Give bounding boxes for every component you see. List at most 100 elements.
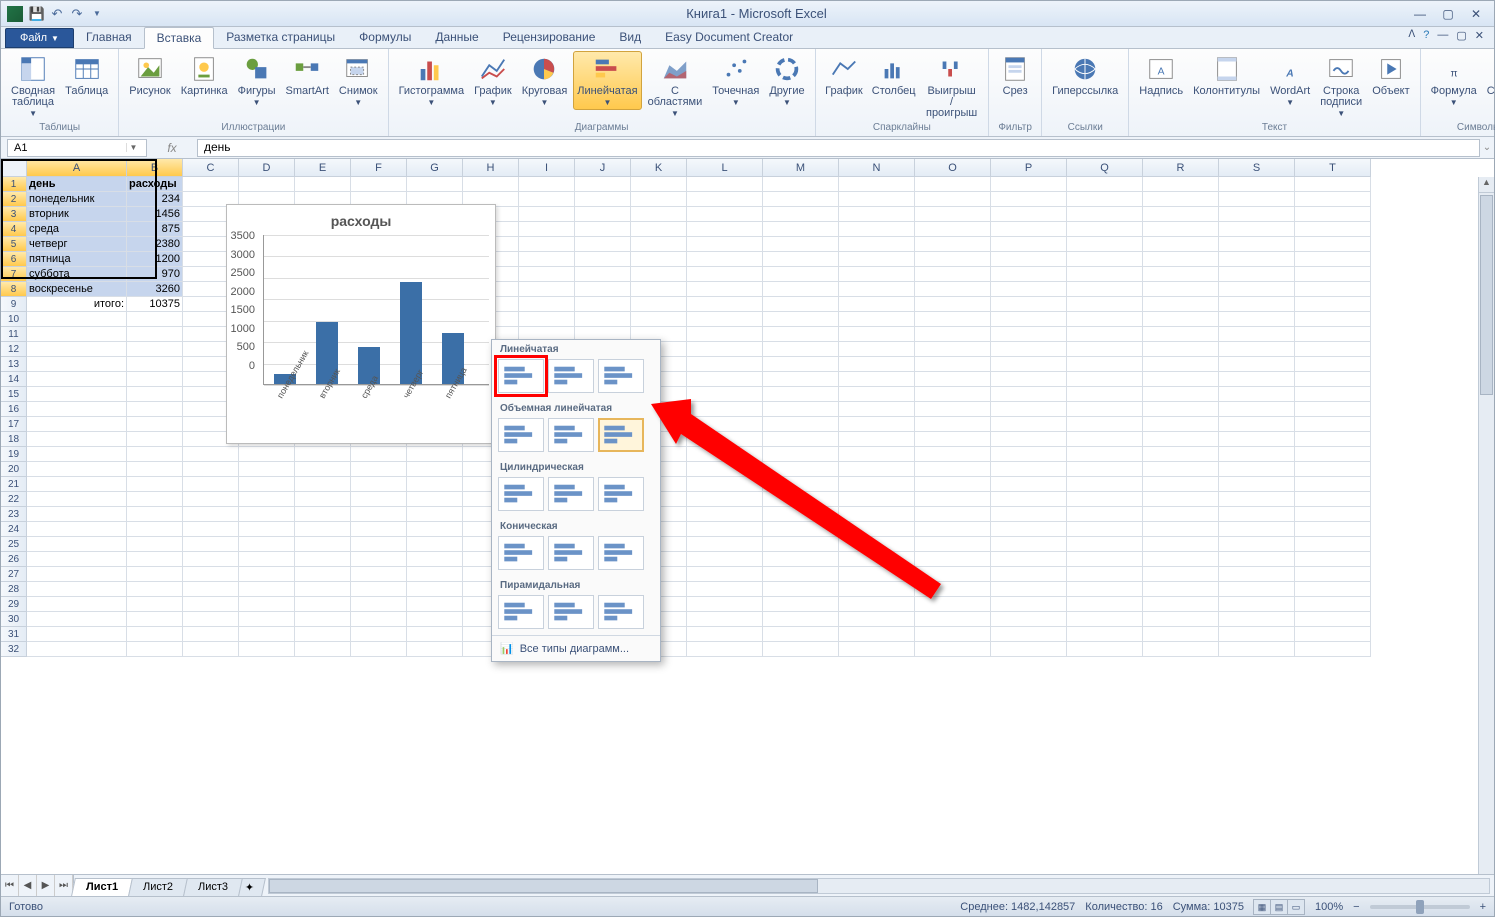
- cell[interactable]: [183, 477, 239, 492]
- zoom-out-button[interactable]: −: [1353, 901, 1359, 913]
- embedded-chart[interactable]: расходы 3500300025002000150010005000 пон…: [226, 204, 496, 444]
- cell[interactable]: [27, 627, 127, 642]
- cell[interactable]: [27, 312, 127, 327]
- row-header[interactable]: 8: [1, 282, 27, 297]
- doc-close-icon[interactable]: ✕: [1475, 29, 1484, 42]
- cell[interactable]: [991, 252, 1067, 267]
- cell[interactable]: [631, 177, 687, 192]
- row-header[interactable]: 14: [1, 372, 27, 387]
- cell[interactable]: [915, 297, 991, 312]
- cell[interactable]: [1067, 357, 1143, 372]
- cell[interactable]: [1219, 492, 1295, 507]
- cell[interactable]: [915, 552, 991, 567]
- row-header[interactable]: 27: [1, 567, 27, 582]
- cell[interactable]: [239, 477, 295, 492]
- cell[interactable]: [239, 597, 295, 612]
- row-header[interactable]: 21: [1, 477, 27, 492]
- cell[interactable]: [839, 267, 915, 282]
- cell[interactable]: [295, 597, 351, 612]
- cell[interactable]: [631, 282, 687, 297]
- row-header[interactable]: 31: [1, 627, 27, 642]
- cell[interactable]: [1143, 222, 1219, 237]
- cell[interactable]: [1295, 447, 1371, 462]
- cell[interactable]: [991, 267, 1067, 282]
- cell[interactable]: [1143, 207, 1219, 222]
- row-header[interactable]: 18: [1, 432, 27, 447]
- cell[interactable]: среда: [27, 222, 127, 237]
- ribbon-hf-button[interactable]: Колонтитулы: [1189, 51, 1264, 99]
- cell[interactable]: [239, 567, 295, 582]
- cell[interactable]: [763, 312, 839, 327]
- cell[interactable]: [1219, 567, 1295, 582]
- cell[interactable]: [239, 177, 295, 192]
- cell[interactable]: [839, 222, 915, 237]
- cell[interactable]: [763, 627, 839, 642]
- cell[interactable]: [1067, 447, 1143, 462]
- cell[interactable]: [1295, 297, 1371, 312]
- row-header[interactable]: 10: [1, 312, 27, 327]
- cell[interactable]: [839, 237, 915, 252]
- cell[interactable]: [839, 342, 915, 357]
- cell[interactable]: [687, 612, 763, 627]
- cell[interactable]: [183, 537, 239, 552]
- cell[interactable]: [991, 462, 1067, 477]
- cell[interactable]: [27, 597, 127, 612]
- cell[interactable]: [1067, 342, 1143, 357]
- cell[interactable]: [407, 552, 463, 567]
- chart-subtype-option[interactable]: [548, 536, 594, 570]
- vertical-scrollbar[interactable]: ▲: [1478, 177, 1494, 874]
- cell[interactable]: [1219, 537, 1295, 552]
- chart-subtype-option[interactable]: [598, 477, 644, 511]
- cell[interactable]: [1295, 372, 1371, 387]
- cell[interactable]: [27, 402, 127, 417]
- minimize-button[interactable]: —: [1408, 5, 1432, 23]
- cell[interactable]: [1143, 297, 1219, 312]
- zoom-slider[interactable]: [1370, 905, 1470, 909]
- cell[interactable]: [991, 447, 1067, 462]
- cell[interactable]: [127, 567, 183, 582]
- cell[interactable]: 2380: [127, 237, 183, 252]
- cell[interactable]: [915, 462, 991, 477]
- ribbon-area-button[interactable]: Собластями▼: [644, 51, 707, 121]
- cell[interactable]: [1295, 507, 1371, 522]
- cell[interactable]: [991, 642, 1067, 657]
- cell[interactable]: [295, 612, 351, 627]
- cell[interactable]: [1143, 492, 1219, 507]
- cell[interactable]: [407, 567, 463, 582]
- cell[interactable]: [763, 642, 839, 657]
- cell[interactable]: [839, 177, 915, 192]
- cell[interactable]: [127, 447, 183, 462]
- cell[interactable]: [27, 462, 127, 477]
- cell[interactable]: [295, 447, 351, 462]
- chart-subtype-option[interactable]: [498, 536, 544, 570]
- cell[interactable]: [351, 177, 407, 192]
- cell[interactable]: [1143, 612, 1219, 627]
- row-header[interactable]: 3: [1, 207, 27, 222]
- cell[interactable]: [1143, 312, 1219, 327]
- cell[interactable]: [183, 597, 239, 612]
- cell[interactable]: [687, 627, 763, 642]
- cell[interactable]: [631, 222, 687, 237]
- cell[interactable]: [1067, 267, 1143, 282]
- cell[interactable]: [519, 297, 575, 312]
- cell[interactable]: [1219, 387, 1295, 402]
- cell[interactable]: [763, 297, 839, 312]
- cell[interactable]: [295, 522, 351, 537]
- row-header[interactable]: 4: [1, 222, 27, 237]
- cell[interactable]: [687, 582, 763, 597]
- cell[interactable]: [687, 282, 763, 297]
- cell[interactable]: [27, 357, 127, 372]
- cell[interactable]: [687, 507, 763, 522]
- cell[interactable]: [1295, 582, 1371, 597]
- redo-icon[interactable]: ↷: [69, 6, 85, 22]
- cell[interactable]: [1143, 267, 1219, 282]
- cell[interactable]: [127, 537, 183, 552]
- cell[interactable]: [407, 462, 463, 477]
- cell[interactable]: [1219, 267, 1295, 282]
- cell[interactable]: [687, 177, 763, 192]
- column-header[interactable]: M: [763, 159, 839, 176]
- cell[interactable]: [763, 522, 839, 537]
- cell[interactable]: [991, 312, 1067, 327]
- cell[interactable]: 875: [127, 222, 183, 237]
- cell[interactable]: [1067, 207, 1143, 222]
